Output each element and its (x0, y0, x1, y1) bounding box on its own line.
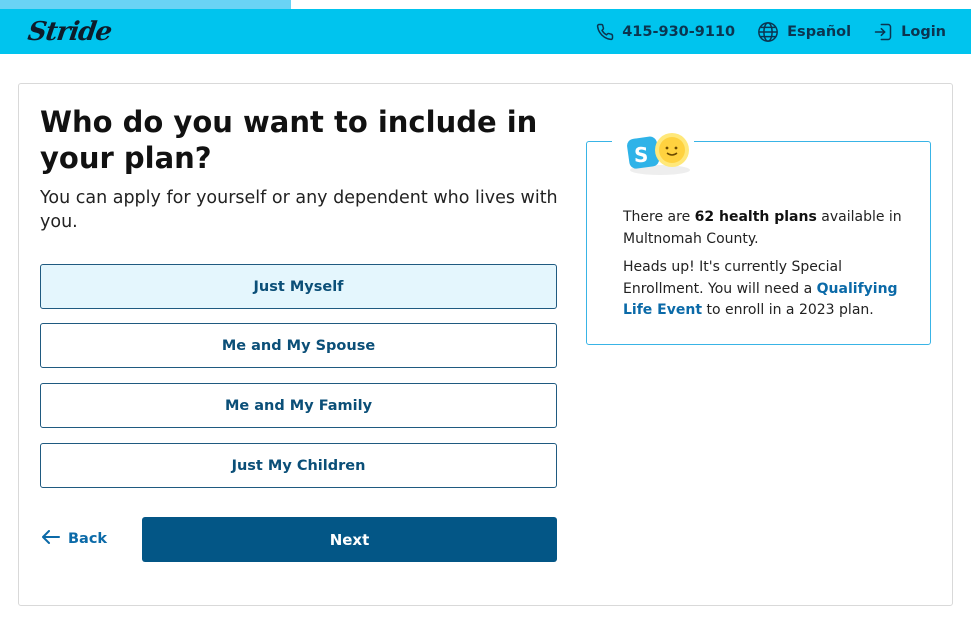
option-me-and-family[interactable]: Me and My Family (40, 383, 557, 428)
header-nav: 415-930-9110 Español Login (596, 9, 946, 54)
option-me-and-spouse[interactable]: Me and My Spouse (40, 323, 557, 368)
page-subtitle: You can apply for yourself or any depend… (40, 188, 558, 232)
next-button[interactable]: Next (142, 517, 557, 562)
phone-link[interactable]: 415-930-9110 (596, 23, 735, 41)
login-link[interactable]: Login (873, 22, 946, 42)
plan-count-text: There are 62 health plans available in M… (623, 209, 902, 247)
info-text: There are 62 health plans available in M… (623, 207, 913, 329)
login-label: Login (901, 23, 946, 40)
plan-count: 62 health plans (694, 209, 817, 225)
language-link[interactable]: Español (757, 21, 851, 43)
login-icon (873, 22, 893, 42)
globe-icon (757, 21, 779, 43)
mascot-avatar: S (612, 126, 694, 180)
progress-fill (0, 0, 292, 9)
avatar-letter: S (634, 143, 648, 167)
top-header: Stride 415-930-9110 Español Login (0, 9, 971, 54)
option-just-myself[interactable]: Just Myself (40, 264, 557, 309)
language-label: Español (787, 23, 852, 40)
stride-logo[interactable]: Stride (26, 17, 113, 47)
progress-bar (0, 0, 971, 9)
enrollment-notice: Heads up! It's currently Special Enrollm… (623, 259, 898, 318)
back-label: Back (68, 531, 108, 547)
phone-number: 415-930-9110 (622, 23, 736, 40)
phone-icon (596, 23, 614, 41)
option-just-my-children[interactable]: Just My Children (40, 443, 557, 488)
arrow-left-icon (42, 530, 60, 548)
back-button[interactable]: Back (42, 526, 107, 552)
page-title: Who do you want to include in your plan? (40, 105, 538, 175)
